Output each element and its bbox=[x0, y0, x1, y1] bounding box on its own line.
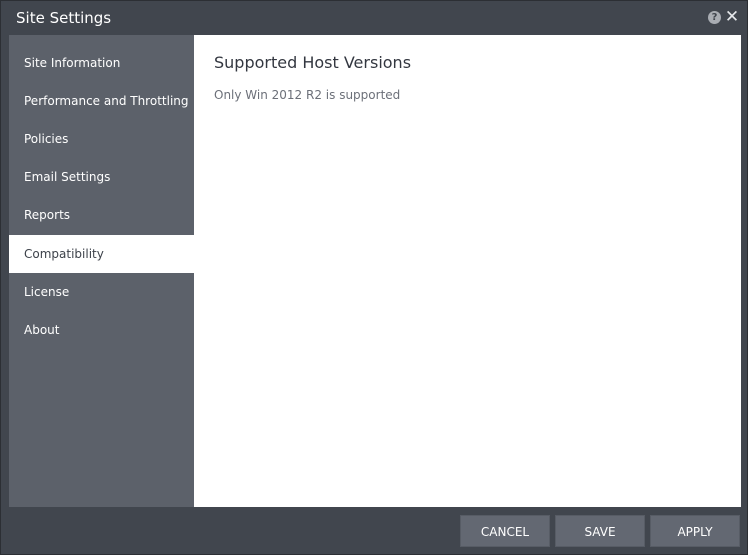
apply-button[interactable]: APPLY bbox=[650, 515, 740, 547]
title-bar: Site Settings ? ✕ bbox=[1, 1, 747, 35]
site-settings-dialog: Site Settings ? ✕ Site Information Perfo… bbox=[0, 0, 748, 555]
sidebar-item-about[interactable]: About bbox=[9, 311, 194, 349]
window-title: Site Settings bbox=[16, 9, 112, 27]
save-button[interactable]: SAVE bbox=[555, 515, 645, 547]
section-description: Only Win 2012 R2 is supported bbox=[214, 88, 401, 102]
sidebar-item-performance-and-throttling[interactable]: Performance and Throttling bbox=[9, 82, 194, 120]
sidebar-item-license[interactable]: License bbox=[9, 273, 194, 311]
content-panel: Supported Host Versions Only Win 2012 R2… bbox=[194, 35, 741, 507]
sidebar-item-compatibility[interactable]: Compatibility bbox=[9, 235, 194, 273]
help-icon[interactable]: ? bbox=[708, 11, 721, 24]
section-title: Supported Host Versions bbox=[214, 53, 412, 72]
cancel-button[interactable]: CANCEL bbox=[460, 515, 550, 547]
sidebar-item-email-settings[interactable]: Email Settings bbox=[9, 158, 194, 196]
sidebar-nav: Site Information Performance and Throttl… bbox=[9, 35, 194, 507]
close-icon[interactable]: ✕ bbox=[724, 8, 740, 26]
sidebar-item-reports[interactable]: Reports bbox=[9, 196, 194, 234]
sidebar-item-site-information[interactable]: Site Information bbox=[9, 44, 194, 82]
dialog-footer: CANCEL SAVE APPLY bbox=[1, 507, 747, 554]
sidebar-item-policies[interactable]: Policies bbox=[9, 120, 194, 158]
